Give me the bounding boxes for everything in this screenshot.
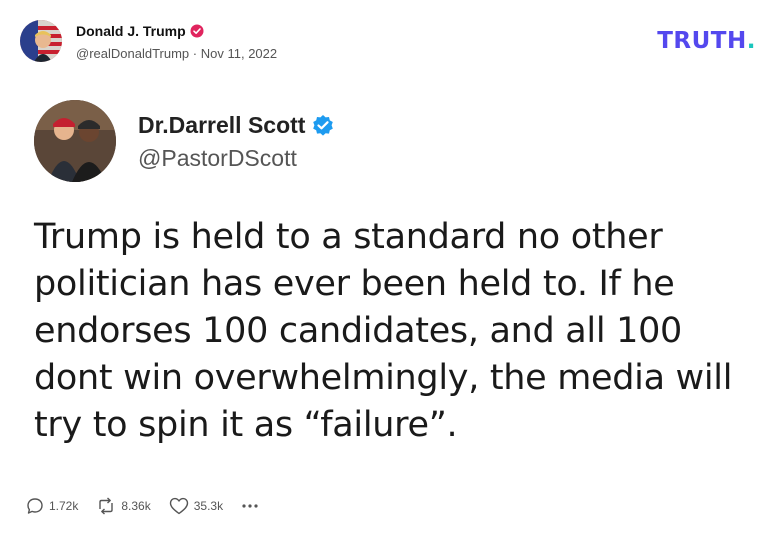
embedded-name-row: Dr.Darrell Scott xyxy=(138,112,335,139)
action-bar: 1.72k 8.36k 35.3k xyxy=(26,497,277,515)
retruth-icon xyxy=(99,497,114,515)
logo-text: TRUTH xyxy=(657,28,747,54)
author-name-row: Donald J. Trump xyxy=(76,23,204,39)
meta-separator: · xyxy=(192,46,198,61)
tweet-text-line: dont win overwhelmingly, the media will xyxy=(34,358,733,398)
author-handle[interactable]: @realDonaldTrump xyxy=(76,46,189,61)
verified-badge-icon xyxy=(190,24,204,38)
verified-badge-icon xyxy=(311,114,335,138)
embedded-name: Dr.Darrell Scott xyxy=(138,112,306,138)
heart-icon xyxy=(169,497,188,515)
embedded-tweet-text: Trump is held to a standard no other pol… xyxy=(34,214,746,449)
retruth-button[interactable]: 8.36k xyxy=(96,497,151,515)
like-button[interactable]: 35.3k xyxy=(169,497,223,515)
author-avatar[interactable] xyxy=(20,20,62,62)
like-count: 35.3k xyxy=(193,499,224,513)
author-name[interactable]: Donald J. Trump xyxy=(76,23,186,39)
post-date[interactable]: Nov 11, 2022 xyxy=(201,46,277,61)
tweet-text-line: endorses 100 candidates, and all 100 xyxy=(34,311,683,351)
truth-logo[interactable]: TRUTH. xyxy=(657,28,756,54)
embedded-avatar xyxy=(34,100,116,182)
more-button[interactable] xyxy=(241,503,259,509)
post-meta: @realDonaldTrump · Nov 11, 2022 xyxy=(76,46,277,61)
post-header: Donald J. Trump @realDonaldTrump · Nov 1… xyxy=(20,20,757,64)
tweet-text-line: Trump is held to a standard no other xyxy=(34,217,663,257)
tweet-text-line: politician has ever been held to. If he xyxy=(34,264,675,304)
logo-dot: . xyxy=(746,28,756,54)
reply-count: 1.72k xyxy=(49,499,79,513)
reply-button[interactable]: 1.72k xyxy=(26,497,78,515)
reply-icon xyxy=(27,498,43,514)
more-icon xyxy=(242,504,258,508)
embedded-handle: @PastorDScott xyxy=(138,145,297,171)
retruth-count: 8.36k xyxy=(121,499,151,513)
tweet-text-line: try to spin it as “failure”. xyxy=(34,405,458,445)
